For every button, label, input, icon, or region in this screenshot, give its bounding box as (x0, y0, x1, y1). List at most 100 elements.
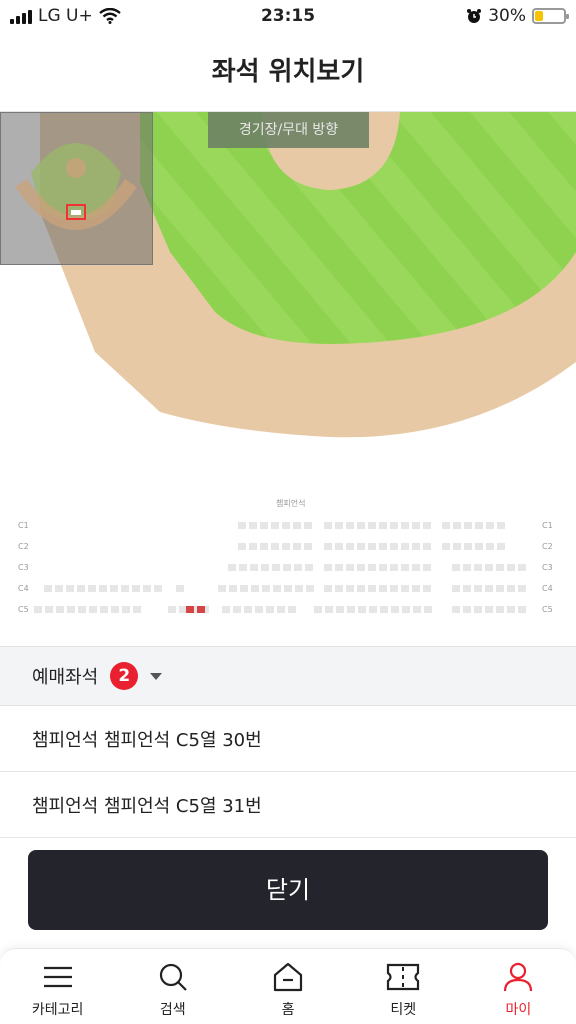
seat[interactable] (379, 522, 387, 529)
seat[interactable] (475, 522, 483, 529)
seat[interactable] (379, 543, 387, 550)
seat[interactable] (475, 543, 483, 550)
seat[interactable] (357, 564, 365, 571)
seat[interactable] (324, 522, 332, 529)
seat[interactable] (507, 564, 515, 571)
seat[interactable] (229, 585, 237, 592)
seat[interactable] (442, 522, 450, 529)
seat[interactable] (273, 585, 281, 592)
seat[interactable] (271, 543, 279, 550)
seat[interactable] (168, 606, 176, 613)
seat[interactable] (391, 606, 399, 613)
seat[interactable] (335, 543, 343, 550)
seat[interactable] (293, 522, 301, 529)
seat[interactable] (228, 564, 236, 571)
seat[interactable] (413, 606, 421, 613)
seat[interactable] (272, 564, 280, 571)
seat[interactable] (255, 606, 263, 613)
seat[interactable] (401, 543, 409, 550)
seat[interactable] (463, 564, 471, 571)
seat[interactable] (452, 606, 460, 613)
selected-seat[interactable] (197, 606, 205, 613)
seat[interactable] (453, 522, 461, 529)
seat[interactable] (390, 543, 398, 550)
seat[interactable] (266, 606, 274, 613)
seat[interactable] (176, 585, 184, 592)
seat[interactable] (77, 585, 85, 592)
seat[interactable] (496, 606, 504, 613)
seat[interactable] (335, 564, 343, 571)
tab-home[interactable]: 홈 (230, 949, 345, 1024)
seat[interactable] (518, 606, 526, 613)
seat[interactable] (284, 585, 292, 592)
seat[interactable] (401, 564, 409, 571)
seat[interactable] (518, 585, 526, 592)
seat[interactable] (452, 564, 460, 571)
seat[interactable] (485, 564, 493, 571)
seat[interactable] (452, 585, 460, 592)
seat[interactable] (45, 606, 53, 613)
selected-seat[interactable] (186, 606, 194, 613)
seat[interactable] (412, 585, 420, 592)
minimap[interactable] (0, 112, 153, 265)
seat[interactable] (304, 543, 312, 550)
seat[interactable] (423, 564, 431, 571)
seat[interactable] (401, 585, 409, 592)
seat[interactable] (507, 606, 515, 613)
seat[interactable] (369, 606, 377, 613)
seat[interactable] (66, 585, 74, 592)
seat[interactable] (244, 606, 252, 613)
seat[interactable] (249, 522, 257, 529)
seat[interactable] (390, 522, 398, 529)
seat[interactable] (412, 522, 420, 529)
seat[interactable] (335, 585, 343, 592)
tab-my[interactable]: 마이 (461, 949, 576, 1024)
seat[interactable] (507, 585, 515, 592)
seat[interactable] (485, 585, 493, 592)
seat[interactable] (56, 606, 64, 613)
seat[interactable] (111, 606, 119, 613)
seat[interactable] (497, 543, 505, 550)
seat[interactable] (474, 606, 482, 613)
seat[interactable] (486, 522, 494, 529)
seat[interactable] (88, 585, 96, 592)
seat[interactable] (283, 564, 291, 571)
seat[interactable] (314, 606, 322, 613)
seat[interactable] (379, 585, 387, 592)
seat[interactable] (497, 522, 505, 529)
reserved-seats-toggle[interactable]: 예매좌석 2 (0, 646, 576, 706)
seat[interactable] (485, 606, 493, 613)
seat[interactable] (233, 606, 241, 613)
seat[interactable] (379, 564, 387, 571)
seat[interactable] (412, 564, 420, 571)
seat[interactable] (463, 606, 471, 613)
seat[interactable] (368, 585, 376, 592)
seat[interactable] (260, 522, 268, 529)
seat[interactable] (132, 585, 140, 592)
seat[interactable] (324, 585, 332, 592)
seat[interactable] (222, 606, 230, 613)
seat[interactable] (249, 543, 257, 550)
seat[interactable] (78, 606, 86, 613)
seat[interactable] (44, 585, 52, 592)
seat[interactable] (357, 585, 365, 592)
tab-category[interactable]: 카테고리 (0, 949, 115, 1024)
seat[interactable] (100, 606, 108, 613)
tab-search[interactable]: 검색 (115, 949, 230, 1024)
tab-ticket[interactable]: 티켓 (346, 949, 461, 1024)
seat[interactable] (295, 585, 303, 592)
seat[interactable] (346, 585, 354, 592)
seat[interactable] (121, 585, 129, 592)
seat[interactable] (380, 606, 388, 613)
seat[interactable] (357, 543, 365, 550)
seat[interactable] (336, 606, 344, 613)
seat[interactable] (238, 522, 246, 529)
seat[interactable] (368, 564, 376, 571)
seat[interactable] (346, 543, 354, 550)
seat[interactable] (324, 543, 332, 550)
seat[interactable] (346, 522, 354, 529)
seat[interactable] (401, 522, 409, 529)
seat[interactable] (305, 564, 313, 571)
seat[interactable] (238, 543, 246, 550)
seat-map[interactable]: 경기장/무대 방향 챔피언석 C1 C1 C2 C2 C3 C3 C4 C4 C5 C5 (0, 112, 576, 646)
